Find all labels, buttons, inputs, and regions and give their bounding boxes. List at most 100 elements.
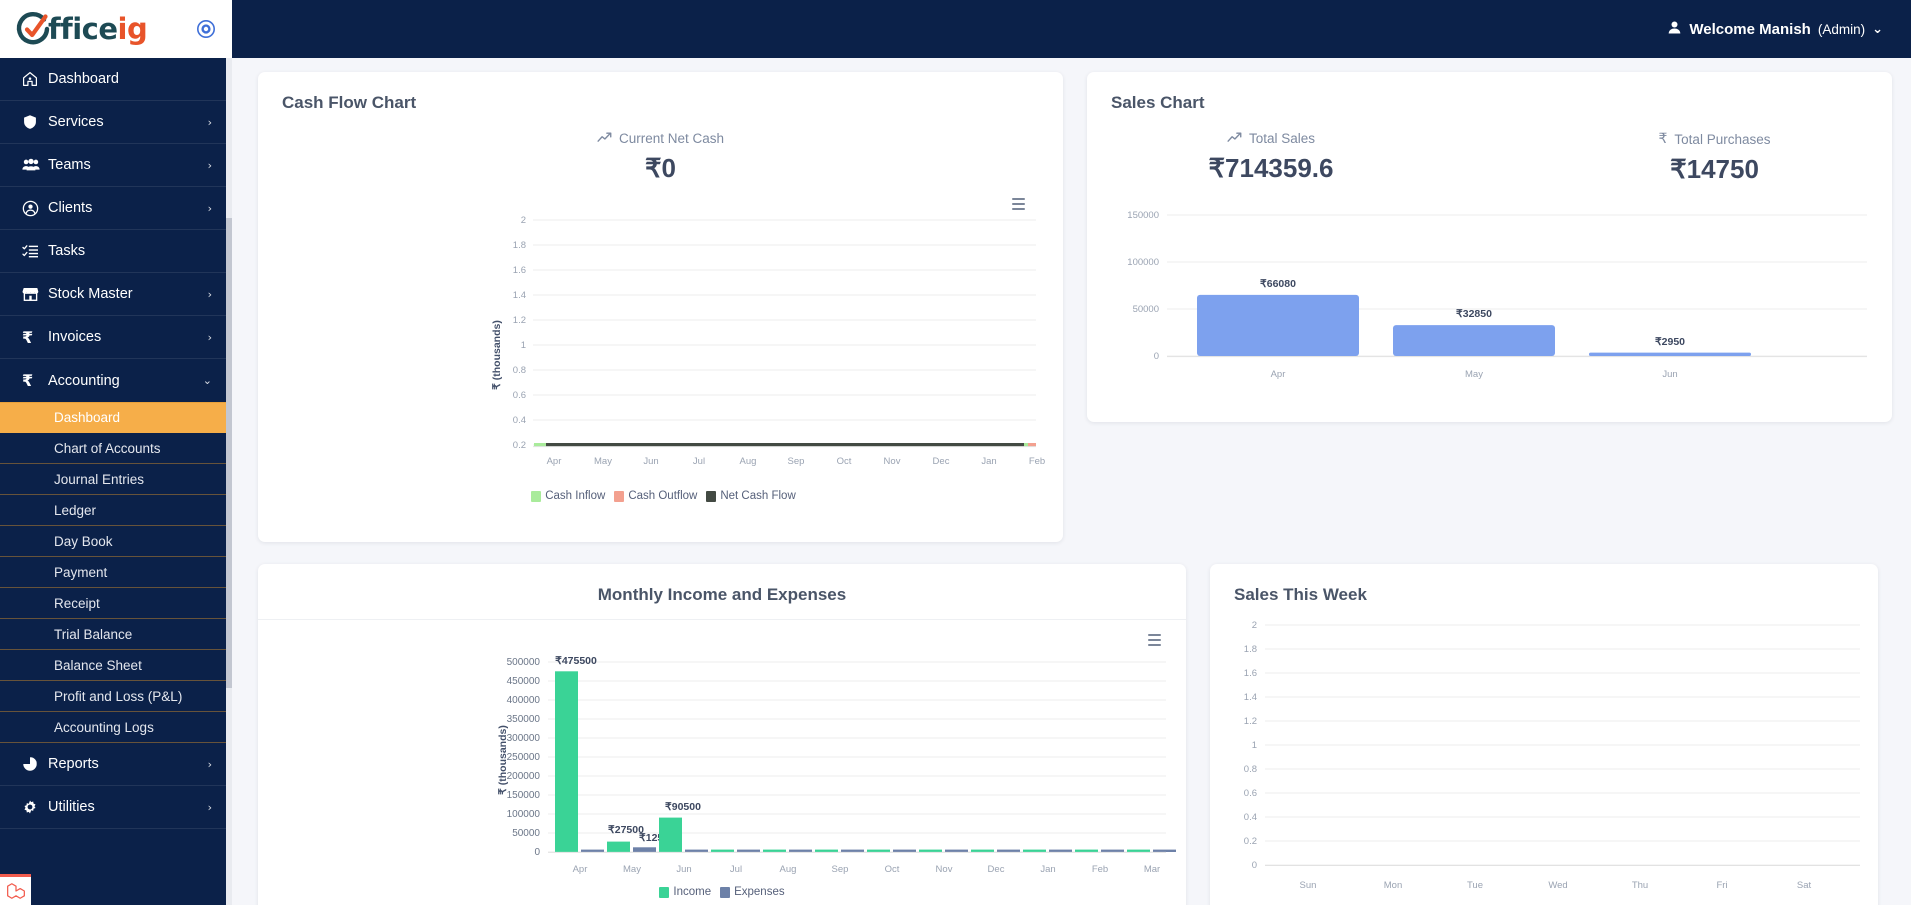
sidebar-item-services[interactable]: Services › [0, 101, 232, 144]
bar-apr [1197, 294, 1359, 356]
chevron-right-icon: › [207, 115, 212, 129]
legend-item-net-cash-flow[interactable]: Net Cash Flow [706, 490, 796, 502]
monthly-svg: 500000 450000 400000 350000 300000 25000… [497, 655, 1176, 875]
sidebar-item-label: Utilities [48, 799, 95, 815]
sidebar-item-accounting[interactable]: ₹ Accounting ⌄ [0, 359, 232, 402]
chevron-right-icon: › [207, 757, 212, 771]
rupee-icon: ₹ [1658, 131, 1668, 147]
sales-week-svg: 2 1.8 1.6 1.4 1.2 1 0.8 0.6 0.4 0.2 0 Su… [1244, 620, 1860, 891]
users-icon [22, 157, 48, 173]
svg-text:1.2: 1.2 [513, 315, 526, 326]
svg-text:1.2: 1.2 [1244, 716, 1257, 727]
cash-flow-kpis: Current Net Cash ₹0 [258, 113, 1063, 190]
legend-label: Cash Outflow [628, 490, 698, 502]
sidebar-item-tasks[interactable]: Tasks [0, 230, 232, 273]
sidebar-subitem-label: Ledger [54, 502, 97, 518]
svg-text:100000: 100000 [507, 809, 541, 820]
laravel-debugbar-icon[interactable] [0, 874, 31, 905]
svg-text:400000: 400000 [507, 695, 541, 706]
sidebar-subitem-dashboard[interactable]: Dashboard [0, 402, 232, 433]
monthly-plot: 500000 450000 400000 350000 300000 25000… [258, 620, 1186, 898]
sidebar-subitem-label: Day Book [54, 533, 113, 549]
sidebar-item-label: Accounting [48, 372, 120, 389]
svg-text:Aug: Aug [740, 456, 757, 467]
svg-text:Apr: Apr [547, 456, 562, 467]
kpi-value: ₹14750 [1670, 154, 1759, 184]
sidebar-item-label: Dashboard [48, 71, 119, 87]
sidebar-subitem-trial-balance[interactable]: Trial Balance [0, 619, 232, 650]
sidebar-subitem-label: Trial Balance [54, 626, 133, 642]
svg-text:0.2: 0.2 [1244, 836, 1257, 847]
chart-menu-icon[interactable] [1012, 198, 1025, 213]
sidebar-item-label: Tasks [48, 243, 86, 259]
bar-label-income-jun: ₹90500 [665, 801, 701, 813]
logo-text-primary: ffice [48, 11, 118, 46]
svg-text:250000: 250000 [507, 752, 541, 763]
svg-text:1.4: 1.4 [1244, 692, 1257, 703]
sidebar-subitem-journal-entries[interactable]: Journal Entries [0, 464, 232, 495]
svg-text:2: 2 [1252, 620, 1257, 631]
svg-text:Jan: Jan [981, 456, 996, 467]
sidebar-item-reports[interactable]: Reports › [0, 743, 232, 786]
sidebar-item-teams[interactable]: Teams › [0, 144, 232, 187]
bar-expenses-jun [685, 849, 708, 852]
sidebar-subitem-label: Payment [54, 564, 108, 580]
legend-item-cash-outflow[interactable]: Cash Outflow [614, 490, 697, 502]
target-toggle-icon[interactable] [196, 19, 216, 39]
chevron-right-icon: › [207, 158, 212, 172]
zero-series-bars [534, 443, 1036, 447]
svg-text:350000: 350000 [507, 714, 541, 725]
sidebar-subitem-accounting-logs[interactable]: Accounting Logs [0, 712, 232, 743]
svg-text:1.4: 1.4 [513, 290, 526, 301]
sidebar-subitem-ledger[interactable]: Ledger [0, 495, 232, 526]
trend-up-icon [1227, 131, 1242, 146]
sidebar-item-clients[interactable]: Clients › [0, 187, 232, 230]
sidebar-item-dashboard[interactable]: Dashboard [0, 58, 232, 101]
rupee-icon: ₹ [22, 327, 34, 347]
svg-text:May: May [594, 456, 612, 467]
svg-text:1.6: 1.6 [513, 265, 526, 276]
card-title: Cash Flow Chart [282, 93, 417, 112]
dashboard-content: Cash Flow Chart Current Net Cash ₹0 2 1.… [232, 58, 1911, 905]
sidebar-item-utilities[interactable]: Utilities › [0, 786, 232, 829]
sales-kpis: Total Sales ₹714359.6 ₹ Total Purchases … [1087, 113, 1892, 191]
svg-text:Feb: Feb [1092, 864, 1108, 875]
monthly-income-expenses-card: Monthly Income and Expenses 500000 45000… [258, 564, 1186, 905]
sidebar: fficeig Dashboard Services › Teams › Cli… [0, 0, 232, 905]
chart-menu-icon[interactable] [1148, 634, 1161, 649]
cash-flow-legend: Cash Inflow Cash Outflow Net Cash Flow [258, 490, 1063, 502]
svg-text:Apr: Apr [1271, 369, 1286, 380]
svg-text:Jun: Jun [643, 456, 658, 467]
svg-text:May: May [623, 864, 641, 875]
legend-item-cash-inflow[interactable]: Cash Inflow [531, 490, 605, 502]
cash-flow-svg: 2 1.8 1.6 1.4 1.2 1 0.8 0.6 0.4 0.2 ₹ (t… [491, 215, 1036, 451]
sidebar-subitem-receipt[interactable]: Receipt [0, 588, 232, 619]
sidebar-subitem-day-book[interactable]: Day Book [0, 526, 232, 557]
sales-chart-card: Sales Chart Total Sales ₹714359.6 ₹ Tota… [1087, 72, 1892, 422]
checklist-icon [22, 244, 48, 259]
bar-expenses-may [633, 847, 656, 852]
sidebar-subitem-chart-of-accounts[interactable]: Chart of Accounts [0, 433, 232, 464]
user-menu[interactable]: Welcome Manish (Admin) ⌄ [1667, 20, 1883, 39]
sidebar-subitem-label: Receipt [54, 595, 100, 611]
svg-text:Tue: Tue [1467, 880, 1483, 891]
svg-text:0: 0 [534, 847, 540, 858]
bar-label-apr: ₹66080 [1260, 278, 1296, 290]
sidebar-subitem-profit-and-loss[interactable]: Profit and Loss (P&L) [0, 681, 232, 712]
chevron-right-icon: › [207, 287, 212, 301]
svg-text:150000: 150000 [1127, 210, 1159, 221]
sidebar-subitem-payment[interactable]: Payment [0, 557, 232, 588]
app-logo[interactable]: fficeig [14, 10, 148, 48]
chevron-right-icon: › [207, 800, 212, 814]
svg-text:0.2: 0.2 [513, 440, 526, 451]
sidebar-nav: Dashboard Services › Teams › Clients › T… [0, 58, 232, 402]
bar-income-may [607, 841, 630, 852]
sidebar-item-stock-master[interactable]: Stock Master › [0, 273, 232, 316]
legend-item-income[interactable]: Income [659, 886, 711, 898]
sidebar-item-invoices[interactable]: ₹ Invoices › [0, 316, 232, 359]
store-icon [22, 286, 48, 302]
svg-text:May: May [1465, 369, 1483, 380]
sidebar-subitem-balance-sheet[interactable]: Balance Sheet [0, 650, 232, 681]
legend-item-expenses[interactable]: Expenses [720, 886, 785, 898]
main-area: Welcome Manish (Admin) ⌄ Cash Flow Chart… [232, 0, 1911, 905]
